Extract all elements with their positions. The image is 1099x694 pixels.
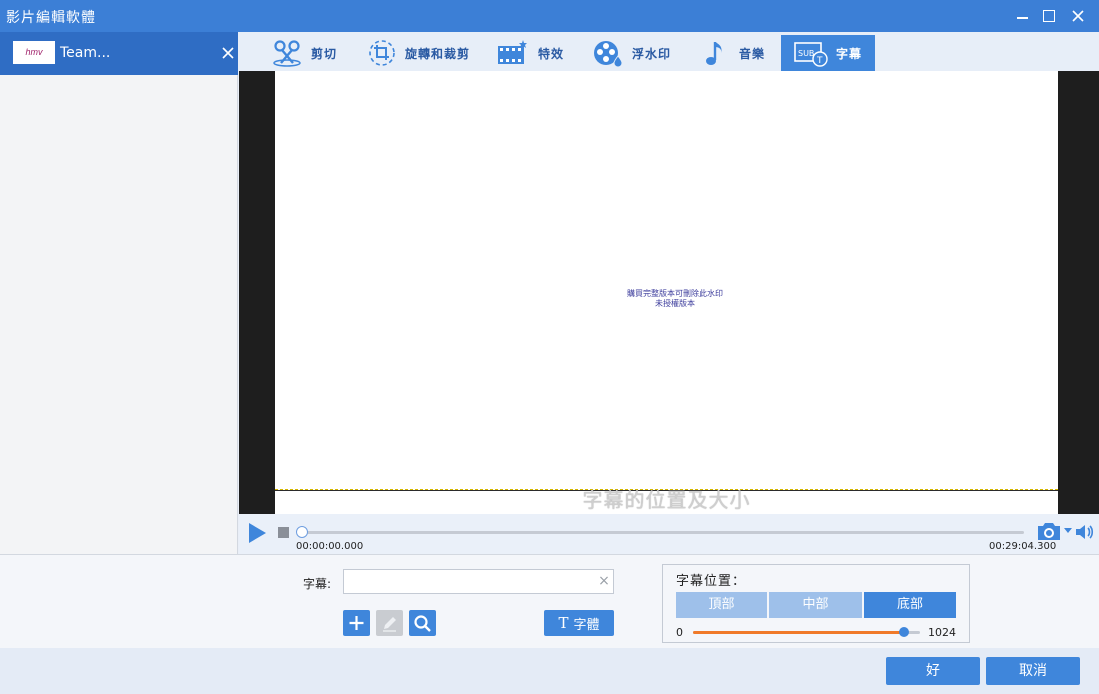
subtitle-icon: SUB T bbox=[794, 42, 828, 67]
subtitle-position-title: 字幕位置： bbox=[676, 574, 747, 589]
tab-watermark[interactable]: 浮水印 bbox=[592, 35, 688, 71]
font-button[interactable]: T 字體 bbox=[544, 610, 614, 636]
subtitle-preview-text[interactable]: 字幕的位置及大小 bbox=[275, 484, 1058, 513]
svg-text:SUB: SUB bbox=[798, 49, 814, 58]
pencil-icon bbox=[383, 617, 396, 632]
media-file-name: Team... bbox=[60, 45, 111, 61]
crop-rotate-icon bbox=[369, 40, 395, 66]
position-middle-button[interactable]: 中部 bbox=[769, 592, 862, 618]
add-subtitle-button[interactable] bbox=[343, 610, 370, 636]
tab-watermark-label: 浮水印 bbox=[632, 46, 672, 61]
svg-text:T: T bbox=[816, 56, 823, 66]
edit-toolbar: 剪切 旋轉和裁剪 特效 浮水印 音樂 SUB T 字幕 bbox=[239, 32, 1099, 71]
seek-handle[interactable] bbox=[296, 526, 308, 538]
dialog-footer: 好 取消 bbox=[0, 648, 1099, 694]
subtitle-input[interactable] bbox=[343, 569, 614, 594]
position-top-button[interactable]: 頂部 bbox=[676, 592, 767, 618]
playback-bar: 00:00:00.000 00:29:04.300 bbox=[239, 514, 1099, 554]
current-time: 00:00:00.000 bbox=[296, 541, 364, 552]
clear-icon[interactable]: × bbox=[597, 574, 611, 588]
close-icon bbox=[222, 47, 234, 59]
seek-bar[interactable] bbox=[299, 531, 1024, 534]
subtitle-position-group: 字幕位置： 頂部 中部 底部 0 1024 bbox=[662, 564, 970, 643]
window-title: 影片編輯軟體 bbox=[6, 10, 96, 26]
search-icon bbox=[414, 615, 431, 632]
tab-subtitle-label: 字幕 bbox=[836, 46, 863, 61]
plus-icon bbox=[349, 616, 364, 630]
watermark-line-2: 未授權版本 bbox=[655, 299, 695, 308]
video-preview: 購買完整版本可刪除此水印 未授權版本 字幕的位置及大小 bbox=[239, 71, 1099, 514]
media-thumbnail: hmv bbox=[13, 41, 55, 64]
slider-min-value: 0 bbox=[676, 626, 683, 639]
chevron-down-icon[interactable] bbox=[1064, 528, 1072, 533]
camera-icon bbox=[1038, 523, 1060, 540]
title-bar: 影片編輯軟體 bbox=[0, 0, 1099, 32]
position-slider-fill bbox=[693, 631, 905, 634]
media-list-panel: hmv Team... bbox=[0, 32, 238, 554]
position-slider-handle[interactable] bbox=[899, 627, 910, 637]
tab-music[interactable]: 音樂 bbox=[701, 35, 775, 71]
slider-max-value: 1024 bbox=[928, 626, 956, 639]
effects-icon bbox=[498, 40, 527, 64]
ok-button[interactable]: 好 bbox=[886, 657, 980, 685]
cancel-button[interactable]: 取消 bbox=[986, 657, 1080, 685]
subtitle-edit-area: 字幕: × T 字體 字幕位置： 頂部 中部 底部 0 1024 bbox=[0, 554, 1099, 648]
edit-subtitle-button[interactable] bbox=[376, 610, 403, 636]
position-bottom-button[interactable]: 底部 bbox=[864, 592, 956, 618]
tab-effects[interactable]: 特效 bbox=[496, 35, 576, 71]
tab-music-label: 音樂 bbox=[739, 46, 766, 61]
search-subtitle-button[interactable] bbox=[409, 610, 436, 636]
text-icon: T bbox=[558, 614, 569, 632]
watermark-line-1: 購買完整版本可刪除此水印 bbox=[627, 289, 723, 298]
video-canvas: 購買完整版本可刪除此水印 未授權版本 字幕的位置及大小 bbox=[275, 71, 1058, 514]
play-button[interactable] bbox=[247, 522, 267, 544]
tab-cut-label: 剪切 bbox=[311, 46, 338, 61]
tab-rotate-crop[interactable]: 旋轉和裁剪 bbox=[367, 35, 479, 71]
total-time: 00:29:04.300 bbox=[989, 541, 1057, 552]
tab-effects-label: 特效 bbox=[538, 46, 565, 61]
scissors-icon bbox=[273, 40, 301, 67]
tab-subtitle[interactable]: SUB T 字幕 bbox=[781, 35, 875, 71]
watermark-icon bbox=[594, 41, 623, 68]
snapshot-button[interactable] bbox=[1036, 520, 1062, 542]
media-list-item[interactable]: hmv Team... bbox=[0, 32, 238, 75]
close-icon bbox=[1072, 10, 1084, 22]
stop-button[interactable] bbox=[278, 527, 289, 538]
volume-button[interactable] bbox=[1075, 523, 1095, 541]
minimize-button[interactable] bbox=[1011, 4, 1035, 28]
position-slider-track[interactable] bbox=[693, 631, 920, 634]
play-icon bbox=[249, 523, 266, 543]
tab-cut[interactable]: 剪切 bbox=[271, 35, 351, 71]
maximize-button[interactable] bbox=[1036, 4, 1060, 28]
remove-media-button[interactable] bbox=[219, 44, 237, 62]
watermark-text: 購買完整版本可刪除此水印 未授權版本 bbox=[575, 289, 775, 309]
tab-rotate-crop-label: 旋轉和裁剪 bbox=[405, 46, 471, 61]
font-button-label: 字體 bbox=[573, 617, 600, 633]
speaker-icon bbox=[1076, 525, 1094, 539]
music-note-icon bbox=[706, 42, 722, 65]
subtitle-label: 字幕: bbox=[303, 577, 332, 591]
close-window-button[interactable] bbox=[1066, 4, 1090, 28]
